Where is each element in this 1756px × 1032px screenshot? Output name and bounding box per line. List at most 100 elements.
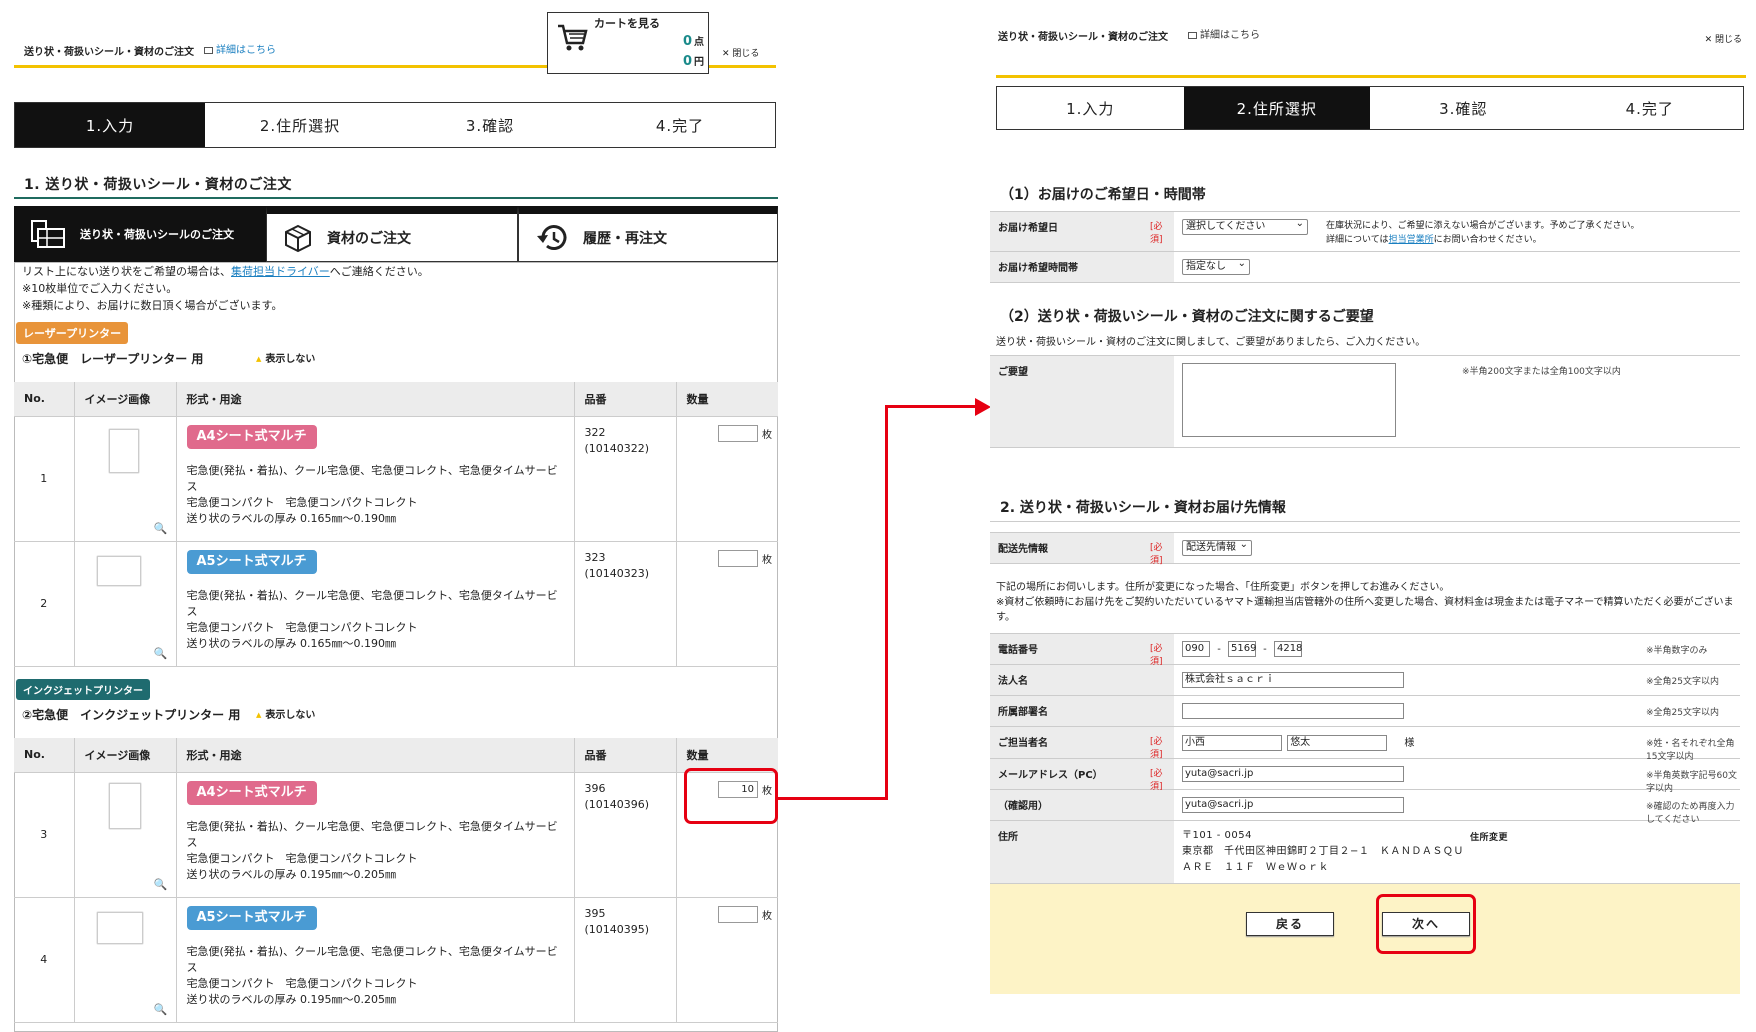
back-button[interactable]: 戻る <box>1246 912 1334 936</box>
cart-amount: 0円 <box>682 54 704 69</box>
close-button[interactable]: ✕ 閉じる <box>722 46 759 59</box>
group-subtitle: ①宅急便 レーザープリンター 用 <box>22 352 204 366</box>
request-textarea[interactable] <box>1182 363 1396 437</box>
quantity-input[interactable] <box>718 905 758 923</box>
company-name-input[interactable]: 株式会社ｓａｃｒｉ <box>1182 672 1404 688</box>
product-table: No. イメージ画像 形式・用途 品番 数量 3 🔍 A4シート式マルチ 宅急便(… <box>14 738 778 1023</box>
step-complete: 4.完了 <box>655 116 705 135</box>
cart-count: 0点 <box>682 34 704 49</box>
a4-sheet-thumbnail <box>108 428 139 473</box>
hide-toggle[interactable]: 表示しない <box>256 350 315 365</box>
request-table: ご要望 ※半角200文字または全角100文字以内 <box>990 355 1740 448</box>
first-name-input[interactable]: 悠太 <box>1287 735 1388 751</box>
detail-link[interactable]: 詳細はこちら <box>1188 26 1260 41</box>
detail-link[interactable]: 詳細はこちら <box>204 41 276 56</box>
arrow-segment <box>778 797 888 800</box>
arrow-segment <box>885 405 888 800</box>
destination-form: 電話番号 [必須] 090 - 5169 - 4218 ※半角数字のみ 法人名 株… <box>990 633 1740 884</box>
phone-input-2[interactable]: 5169 <box>1227 641 1256 657</box>
request-description: 送り状・荷扱いシール・資材のご注文に関しまして、ご要望がありましたら、ご入力くだ… <box>996 337 1426 348</box>
tab-material-order[interactable]: 資材のご注文 <box>266 206 518 262</box>
header: 送り状・荷扱いシール・資材のご注文 詳細はこちら カートを見る 0点 0円 ✕ … <box>14 0 776 74</box>
header: 送り状・荷扱いシール・資材のご注文 詳細はこちら ✕ 閉じる <box>996 0 1746 78</box>
page-title: 送り状・荷扱いシール・資材のご注文 <box>24 47 194 58</box>
section-title: 1. 送り状・荷扱いシール・資材のご注文 <box>24 177 292 193</box>
last-name-input[interactable]: 小西 <box>1182 735 1282 751</box>
destination-select-table: 配送先情報 [必須] 配送先情報 <box>990 532 1740 566</box>
step-complete: 4.完了 <box>1625 99 1674 118</box>
step-address: 2.住所選択 <box>205 103 395 147</box>
product-type: A4シート式マルチ <box>186 780 317 805</box>
address-change-button[interactable]: 住所変更 <box>1470 830 1508 846</box>
address-line: ＡＲＥ １１Ｆ ＷｅＷｏｒｋ <box>1182 862 1329 873</box>
table-row: 4 🔍 A5シート式マルチ 宅急便(発払・着払)、クール宅急便、宅急便コレクト、宅… <box>14 897 778 1023</box>
product-image: 🔍 <box>74 541 177 667</box>
quantity-input[interactable] <box>718 424 758 442</box>
arrow-head-icon <box>975 398 991 416</box>
tab-slip-order[interactable]: 送り状・荷扱いシールのご注文 <box>14 206 266 262</box>
product-image: 🔍 <box>74 897 177 1023</box>
destination-section-title: 2. 送り状・荷扱いシール・資材お届け先情報 <box>1000 500 1286 516</box>
email-input[interactable]: yuta@sacri.jp <box>1182 766 1404 782</box>
cart-icon <box>558 24 588 51</box>
destination-notes: 下記の場所にお伺いします。住所が変更になった場合、「住所変更」ボタンを押してお進… <box>996 582 1734 623</box>
zoom-icon[interactable]: 🔍 <box>154 522 168 535</box>
window-icon <box>1188 31 1197 39</box>
step-address: 2.住所選択 <box>1183 87 1370 129</box>
step-confirm: 3.確認 <box>395 103 585 147</box>
request-section-title: （2）送り状・荷扱いシール・資材のご注文に関するご要望 <box>1000 309 1374 325</box>
phone-input-1[interactable]: 090 <box>1182 641 1210 657</box>
cart-label: カートを見る <box>594 17 660 30</box>
delivery-date-section-title: （1）お届けのご希望日・時間帯 <box>1000 187 1206 203</box>
delivery-date-table: お届け希望日[必須] 選択してください 在庫状況により、ご希望に添えない場合がご… <box>990 211 1740 283</box>
address-line: 東京都 千代田区神田錦町２丁目２−１ ＫＡＮＤＡＳＱＵ <box>1182 846 1464 857</box>
delivery-date-select[interactable]: 選択してください <box>1182 217 1308 235</box>
order-input-screen: 送り状・荷扱いシール・資材のご注文 詳細はこちら カートを見る 0点 0円 ✕ … <box>0 0 790 1032</box>
zoom-icon[interactable]: 🔍 <box>154 1003 168 1016</box>
order-notes: リスト上にない送り状をご希望の場合は、集荷担当ドライバーへご連絡ください。 ※1… <box>22 265 429 312</box>
product-type: A5シート式マルチ <box>186 905 317 930</box>
a5-sheet-thumbnail <box>96 555 141 586</box>
product-image: 🔍 <box>74 416 177 542</box>
cart-button[interactable]: カートを見る 0点 0円 <box>547 12 709 74</box>
arrow-segment <box>885 405 985 408</box>
zoom-icon[interactable]: 🔍 <box>154 647 168 660</box>
address-zip: 〒101 - 0054 <box>1182 830 1253 841</box>
order-tabs: 送り状・荷扱いシールのご注文 資材のご注文 履歴・再注文 <box>14 206 778 262</box>
hide-toggle[interactable]: 表示しない <box>256 706 315 721</box>
step-confirm: 3.確認 <box>1370 87 1557 129</box>
a5-sheet-thumbnail <box>96 911 143 944</box>
step-indicator: 1.入力 2.住所選択 3.確認 4.完了 <box>996 86 1744 130</box>
driver-link[interactable]: 集荷担当ドライバー <box>231 265 330 278</box>
email-confirm-input[interactable]: yuta@sacri.jp <box>1182 797 1404 813</box>
inkjet-printer-badge: インクジェットプリンター <box>16 679 150 700</box>
step-input: 1.入力 <box>15 103 205 147</box>
product-type: A4シート式マルチ <box>186 424 317 449</box>
box-icon <box>285 224 311 252</box>
table-row: 1 🔍 A4シート式マルチ 宅急便(発払・着払)、クール宅急便、宅急便コレクト、宅… <box>14 416 778 542</box>
phone-input-3[interactable]: 4218 <box>1273 641 1302 657</box>
close-button[interactable]: ✕ 閉じる <box>1705 32 1742 45</box>
next-button-highlight <box>1376 894 1476 954</box>
a4-sheet-thumbnail <box>108 782 141 829</box>
table-row: 2 🔍 A5シート式マルチ 宅急便(発払・着払)、クール宅急便、宅急便コレクト、宅… <box>14 541 778 667</box>
quantity-highlight <box>684 768 778 824</box>
branch-office-link[interactable]: 担当営業所 <box>1389 235 1434 245</box>
step-indicator: 1.入力 2.住所選択 3.確認 4.完了 <box>14 102 776 148</box>
product-table: No. イメージ画像 形式・用途 品番 数量 1 🔍 A4シート式マルチ 宅急便(… <box>14 382 778 667</box>
destination-select[interactable]: 配送先情報 <box>1182 538 1252 556</box>
zoom-icon[interactable]: 🔍 <box>154 878 168 891</box>
product-type: A5シート式マルチ <box>186 549 317 574</box>
table-header: No. イメージ画像 形式・用途 品番 数量 <box>14 382 778 417</box>
product-image: 🔍 <box>74 772 177 898</box>
group-subtitle: ②宅急便 インクジェットプリンター 用 <box>22 708 241 722</box>
history-icon <box>537 224 567 250</box>
section-underline <box>14 197 778 199</box>
quantity-input[interactable] <box>718 549 758 567</box>
department-input[interactable] <box>1182 703 1404 719</box>
label-sheet-icon <box>31 220 65 248</box>
delivery-time-select[interactable]: 指定なし <box>1182 257 1250 275</box>
step-input: 1.入力 <box>997 87 1184 129</box>
tab-history-reorder[interactable]: 履歴・再注文 <box>518 206 778 262</box>
close-icon: ✕ <box>1704 35 1715 45</box>
